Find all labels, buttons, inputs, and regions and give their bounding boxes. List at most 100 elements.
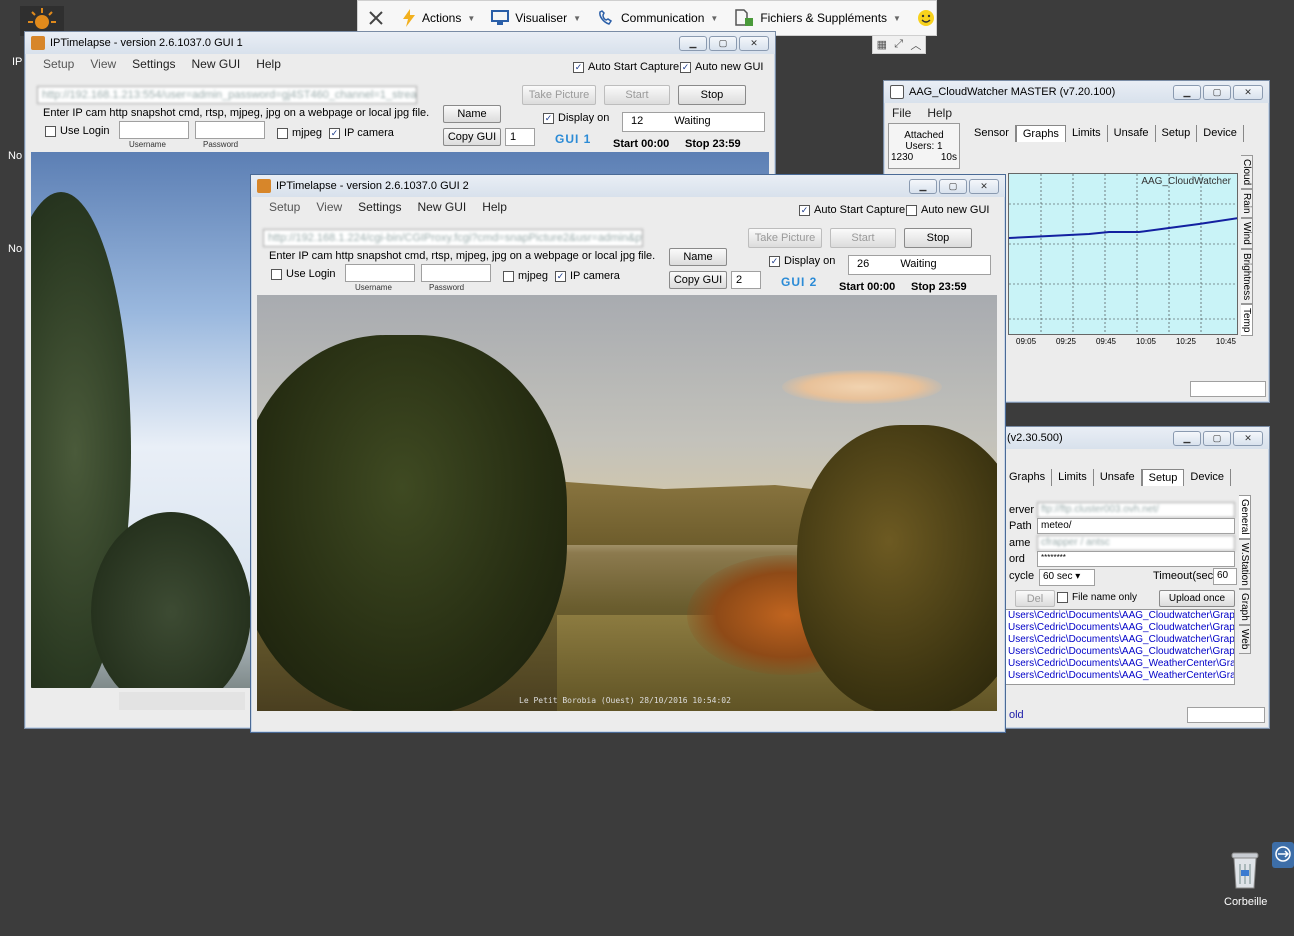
menu-setup[interactable]: Setup	[43, 57, 74, 71]
maximize-button[interactable]: ▢	[939, 178, 967, 194]
close-toolbar-button[interactable]	[358, 10, 394, 26]
tab-device[interactable]: Device	[1197, 125, 1244, 142]
take-picture-button[interactable]: Take Picture	[748, 228, 822, 248]
side-tab-graph[interactable]: Graph	[1239, 589, 1251, 626]
menu-setup[interactable]: Setup	[269, 200, 300, 214]
minimize-button[interactable]: ▁	[1173, 430, 1201, 446]
use-login-checkbox[interactable]: Use Login	[271, 268, 336, 280]
tab-device[interactable]: Device	[1184, 469, 1232, 486]
copy-gui-button[interactable]: Copy GUI	[669, 271, 727, 289]
side-tab-wstation[interactable]: W.Station	[1239, 538, 1251, 590]
take-picture-button[interactable]: Take Picture	[522, 85, 596, 105]
username-input[interactable]	[119, 121, 189, 139]
username-input[interactable]	[345, 264, 415, 282]
close-button[interactable]: ✕	[1233, 430, 1263, 446]
side-tab-general[interactable]: General	[1239, 495, 1251, 539]
ip-camera-checkbox[interactable]: ✓ IP camera	[555, 270, 620, 282]
start-button[interactable]: Start	[830, 228, 896, 248]
display-on-checkbox[interactable]: ✓ Display on	[543, 112, 609, 124]
del-button[interactable]: Del	[1015, 590, 1055, 607]
minimize-button[interactable]: ▁	[1173, 84, 1201, 100]
stop-button[interactable]: Stop	[904, 228, 972, 248]
tab-graphs[interactable]: Graphs	[1003, 469, 1053, 486]
file-list[interactable]: Users\Cedric\Documents\AAG_Cloudwatcher\…	[1005, 609, 1235, 685]
file-name-only-checkbox[interactable]: File name only	[1057, 592, 1137, 603]
tab-graphs[interactable]: Graphs	[1015, 125, 1066, 142]
side-tab-wind[interactable]: Wind	[1241, 217, 1253, 249]
gui-number-stepper[interactable]: 1	[505, 128, 535, 146]
view-menu[interactable]: Visualiser ▼	[483, 10, 589, 26]
minimize-button[interactable]: ▁	[679, 35, 707, 51]
communication-menu[interactable]: Communication ▼	[589, 10, 726, 26]
tab-setup[interactable]: Setup	[1156, 125, 1198, 142]
side-tab-temp[interactable]: Temp	[1241, 303, 1253, 337]
actions-menu[interactable]: Actions ▼	[394, 9, 483, 27]
copy-gui-button[interactable]: Copy GUI	[443, 128, 501, 146]
menu-settings[interactable]: Settings	[358, 200, 401, 214]
list-item[interactable]: Users\Cedric\Documents\AAG_Cloudwatcher\…	[1008, 622, 1234, 633]
toolbar-handle[interactable]: ▦ ⤢ ︿	[872, 36, 926, 54]
name-input[interactable]: cfrapper / antsc	[1037, 535, 1235, 551]
menu-help[interactable]: Help	[482, 200, 507, 214]
display-on-checkbox[interactable]: ✓ Display on	[769, 255, 835, 267]
upload-once-button[interactable]: Upload once	[1159, 590, 1235, 607]
smiley-button[interactable]	[909, 9, 943, 27]
side-tab-rain[interactable]: Rain	[1241, 189, 1253, 218]
camera-url-input[interactable]: http://192.168.1.213:554/user=admin_pass…	[37, 86, 417, 104]
camera-url-input[interactable]: http://192.168.1.224/cgi-bin/CGIProxy.fc…	[263, 229, 643, 247]
path-input[interactable]: meteo/	[1037, 518, 1235, 534]
menu-help[interactable]: Help	[256, 57, 281, 71]
tab-unsafe[interactable]: Unsafe	[1094, 469, 1142, 486]
side-tab-cloud[interactable]: Cloud	[1241, 155, 1253, 190]
name-button[interactable]: Name	[669, 248, 727, 266]
maximize-button[interactable]: ▢	[1203, 430, 1231, 446]
stop-button[interactable]: Stop	[678, 85, 746, 105]
auto-start-checkbox[interactable]: ✓ Auto Start Capture	[573, 61, 679, 73]
menu-help[interactable]: Help	[927, 106, 952, 120]
desktop-icon-label[interactable]: No	[8, 243, 22, 255]
tab-unsafe[interactable]: Unsafe	[1108, 125, 1156, 142]
tab-limits[interactable]: Limits	[1066, 125, 1108, 142]
auto-new-gui-checkbox[interactable]: Auto new GUI	[906, 204, 989, 216]
close-button[interactable]: ✕	[1233, 84, 1263, 100]
minimize-button[interactable]: ▁	[909, 178, 937, 194]
mjpeg-checkbox[interactable]: mjpeg	[277, 127, 322, 139]
list-item[interactable]: Users\Cedric\Documents\AAG_Cloudwatcher\…	[1008, 634, 1234, 645]
cycle-select[interactable]: 60 sec ▾	[1039, 569, 1095, 586]
menu-view[interactable]: View	[316, 200, 342, 214]
list-item[interactable]: Users\Cedric\Documents\AAG_WeatherCenter…	[1008, 658, 1234, 669]
list-item[interactable]: Users\Cedric\Documents\AAG_Cloudwatcher\…	[1008, 610, 1234, 621]
menu-file[interactable]: File	[892, 106, 911, 120]
tab-setup[interactable]: Setup	[1141, 469, 1185, 486]
list-item[interactable]: Users\Cedric\Documents\AAG_WeatherCenter…	[1008, 670, 1234, 681]
maximize-button[interactable]: ▢	[1203, 84, 1231, 100]
auto-start-checkbox[interactable]: ✓ Auto Start Capture	[799, 204, 905, 216]
teamviewer-tray-icon[interactable]	[1272, 842, 1294, 868]
password-input[interactable]	[421, 264, 491, 282]
recycle-bin[interactable]	[1228, 850, 1262, 890]
close-button[interactable]: ✕	[739, 35, 769, 51]
side-tab-brightness[interactable]: Brightness	[1241, 248, 1253, 304]
start-button[interactable]: Start	[604, 85, 670, 105]
collapse-icon[interactable]: ︿	[910, 37, 921, 53]
use-login-checkbox[interactable]: Use Login	[45, 125, 110, 137]
close-button[interactable]: ✕	[969, 178, 999, 194]
name-button[interactable]: Name	[443, 105, 501, 123]
password-input[interactable]: ********	[1037, 551, 1235, 567]
timeout-input[interactable]: 60	[1213, 568, 1237, 585]
files-menu[interactable]: Fichiers & Suppléments ▼	[726, 9, 909, 27]
maximize-button[interactable]: ▢	[709, 35, 737, 51]
list-item[interactable]: Users\Cedric\Documents\AAG_Cloudwatcher\…	[1008, 646, 1234, 657]
server-input[interactable]: ftp://ftp.cluster003.ovh.net/	[1037, 502, 1235, 518]
auto-new-gui-checkbox[interactable]: ✓ Auto new GUI	[680, 61, 763, 73]
tab-limits[interactable]: Limits	[1052, 469, 1094, 486]
desktop-icon-label[interactable]: IP	[12, 56, 22, 68]
side-tab-web[interactable]: Web	[1239, 625, 1251, 654]
gui-number-stepper[interactable]: 2	[731, 271, 761, 289]
tab-sensor[interactable]: Sensor	[968, 125, 1016, 142]
ip-camera-checkbox[interactable]: ✓ IP camera	[329, 127, 394, 139]
desktop-icon-label[interactable]: No	[8, 150, 22, 162]
menu-new-gui[interactable]: New GUI	[418, 200, 467, 214]
menu-view[interactable]: View	[90, 57, 116, 71]
mjpeg-checkbox[interactable]: mjpeg	[503, 270, 548, 282]
